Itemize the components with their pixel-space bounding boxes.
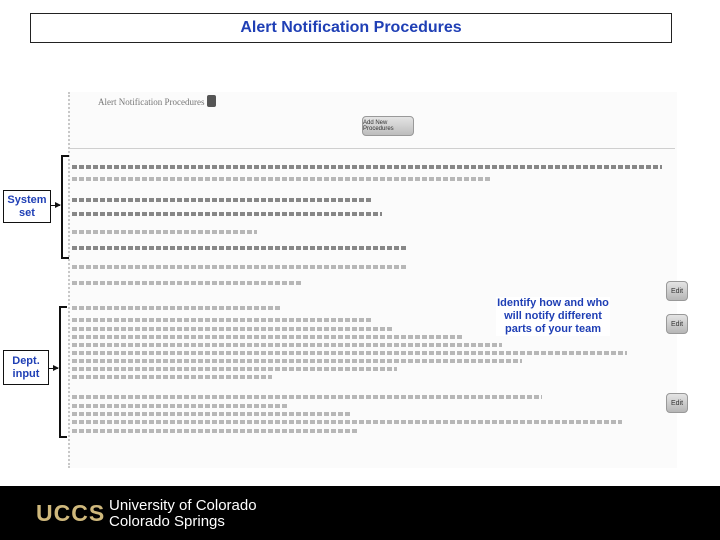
text-line — [72, 281, 302, 285]
footer: UCCS University of Colorado Colorado Spr… — [0, 486, 720, 540]
edit-button[interactable]: Edit — [666, 393, 688, 413]
text-line — [72, 177, 492, 181]
text-line — [72, 375, 272, 379]
text-line — [72, 404, 287, 408]
callout-note: Identify how and who will notify differe… — [496, 297, 610, 336]
text-line — [72, 327, 392, 331]
text-line — [72, 429, 357, 433]
text-line — [72, 359, 522, 363]
text-line — [72, 212, 382, 216]
text-line — [72, 367, 397, 371]
text-line — [72, 412, 352, 416]
university-line-1: University of Colorado — [109, 497, 257, 514]
text-line — [72, 420, 622, 424]
divider — [70, 148, 675, 149]
title-box: Alert Notification Procedures — [30, 13, 672, 43]
page-title: Alert Notification Procedures — [240, 19, 462, 36]
text-line — [72, 230, 257, 234]
system-arrow — [51, 202, 61, 208]
add-new-procedures-button[interactable]: Add New Procedures — [362, 116, 414, 136]
edit-button[interactable]: Edit — [666, 281, 688, 301]
university-name: University of Colorado Colorado Springs — [109, 498, 257, 530]
text-line — [72, 198, 372, 202]
text-line — [72, 395, 542, 399]
dept-bracket — [59, 306, 67, 438]
text-line — [72, 343, 502, 347]
help-icon — [207, 95, 216, 107]
screenshot-page-title: Alert Notification Procedures — [98, 97, 205, 107]
text-line — [72, 335, 462, 339]
text-line — [72, 351, 627, 355]
text-line — [72, 246, 407, 250]
dept-arrow — [49, 365, 59, 371]
uccs-logo: UCCS — [36, 500, 106, 526]
edit-button[interactable]: Edit — [666, 314, 688, 334]
university-line-2: Colorado Springs — [109, 513, 225, 530]
text-line — [72, 318, 372, 322]
embedded-screenshot: Alert Notification Procedures Add New Pr… — [68, 92, 677, 468]
system-set-label: System set — [3, 190, 51, 223]
dept-input-label: Dept. input — [3, 350, 49, 385]
system-bracket — [61, 155, 69, 259]
text-line — [72, 265, 407, 269]
text-line — [72, 306, 282, 310]
text-line — [72, 165, 662, 169]
